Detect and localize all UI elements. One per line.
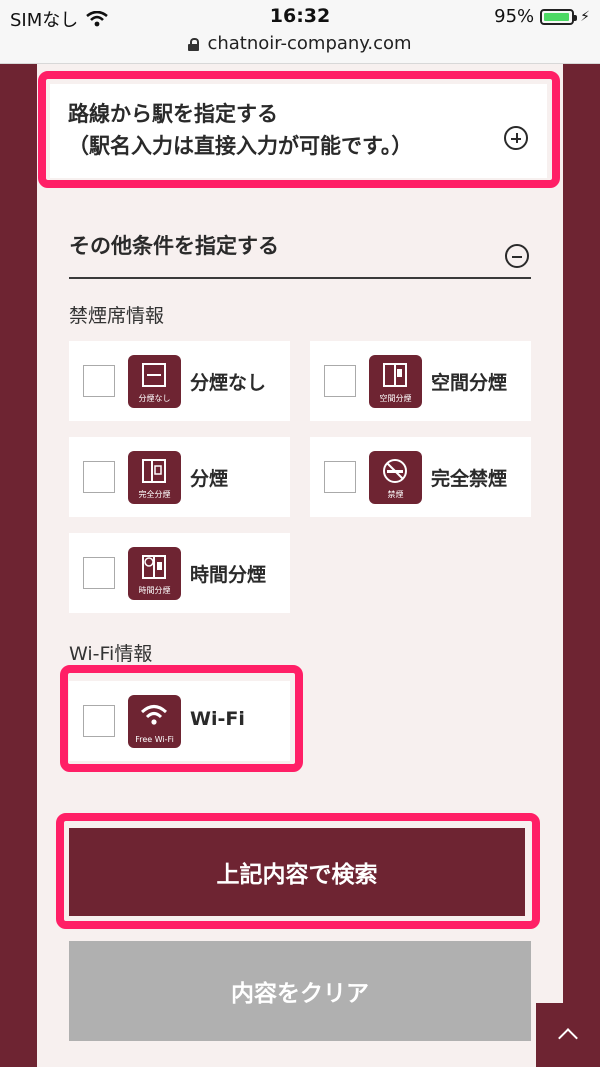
option-label: 分煙なし	[190, 372, 267, 394]
battery-icon	[540, 8, 578, 25]
plus-circle-icon[interactable]	[504, 126, 528, 150]
checkbox[interactable]	[324, 461, 356, 493]
option-label: Wi-Fi	[190, 708, 245, 730]
back-to-top-button[interactable]	[536, 1003, 600, 1067]
wifi-icon: Free Wi-Fi	[128, 695, 181, 748]
other-conditions-title: その他条件を指定する	[69, 234, 279, 258]
search-button[interactable]: 上記内容で検索	[69, 828, 525, 916]
clear-button[interactable]: 内容をクリア	[69, 941, 531, 1041]
option-no-smoking[interactable]: 禁煙 完全禁煙	[310, 437, 531, 517]
route-title: 路線から駅を指定する （駅名入力は直接入力が可能です。）	[68, 102, 413, 158]
smoking-section-label: 禁煙席情報	[69, 305, 165, 327]
time-separation-icon: 時間分煙	[128, 547, 181, 600]
battery-percent: 95%	[494, 6, 535, 27]
page: 路線から駅を指定する （駅名入力は直接入力が可能です。） その他条件を指定する …	[0, 64, 600, 1067]
option-label: 分煙	[190, 468, 229, 490]
option-no-separation[interactable]: 分煙なし 分煙なし	[69, 341, 290, 421]
full-separation-icon: 完全分煙	[128, 451, 181, 504]
space-separation-icon: 空間分煙	[369, 355, 422, 408]
option-label: 時間分煙	[190, 564, 267, 586]
chevron-up-icon	[558, 1028, 578, 1048]
option-label: 空間分煙	[431, 372, 508, 394]
address-bar[interactable]: chatnoir-company.com	[0, 33, 600, 54]
charging-icon: ⚡	[580, 8, 590, 25]
no-smoking-icon: 禁煙	[369, 451, 422, 504]
checkbox[interactable]	[324, 365, 356, 397]
wifi-section-label: Wi-Fi情報	[69, 643, 153, 665]
option-time-separation[interactable]: 時間分煙 時間分煙	[69, 533, 290, 613]
option-space-separation[interactable]: 空間分煙 空間分煙	[310, 341, 531, 421]
minus-circle-icon[interactable]	[505, 244, 529, 268]
divider	[69, 277, 531, 279]
checkbox[interactable]	[83, 365, 115, 397]
checkbox[interactable]	[83, 705, 115, 737]
url-text: chatnoir-company.com	[207, 33, 412, 54]
option-separation[interactable]: 完全分煙 分煙	[69, 437, 290, 517]
checkbox[interactable]	[83, 461, 115, 493]
option-wifi[interactable]: Free Wi-Fi Wi-Fi	[69, 681, 290, 761]
lock-icon	[188, 37, 200, 51]
checkbox[interactable]	[83, 557, 115, 589]
route-accordion[interactable]: 路線から駅を指定する （駅名入力は直接入力が可能です。）	[50, 84, 547, 178]
status-bar: SIMなし 16:32 95% ⚡ chatnoir-company.com	[0, 0, 600, 64]
no-separation-icon: 分煙なし	[128, 355, 181, 408]
option-label: 完全禁煙	[431, 468, 508, 490]
